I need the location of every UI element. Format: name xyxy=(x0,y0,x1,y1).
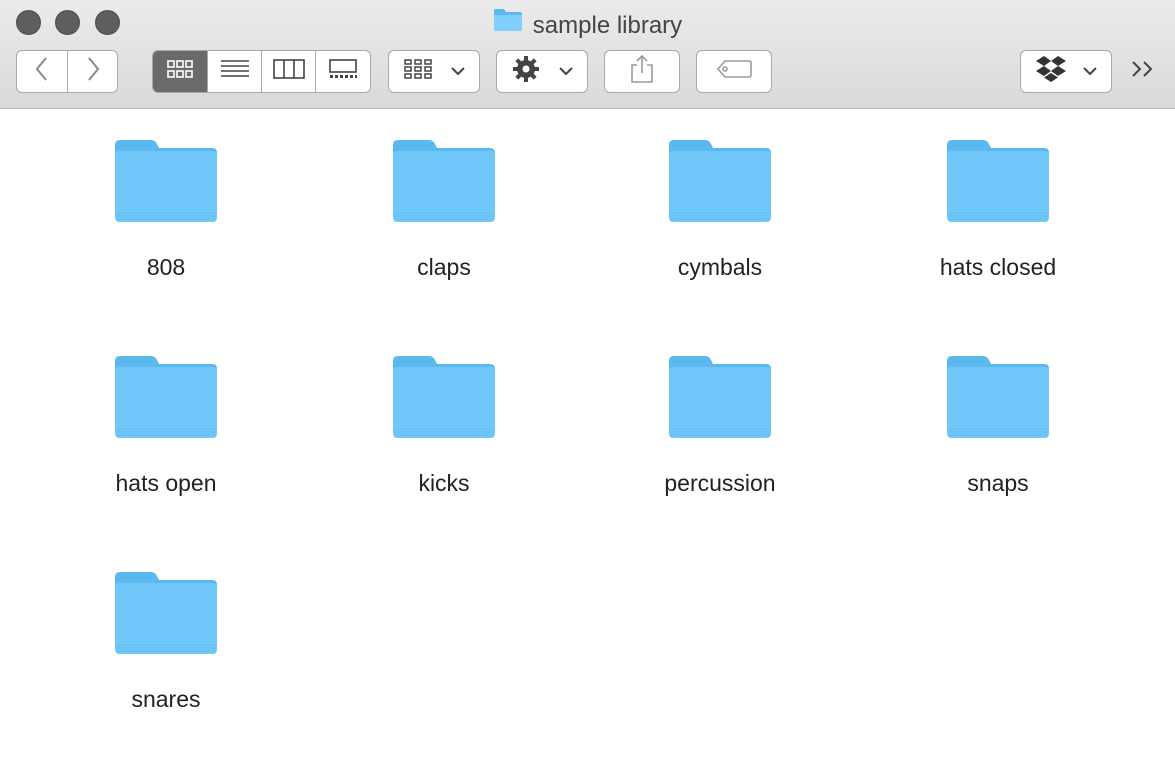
chevron-right-icon xyxy=(85,56,101,87)
dropbox-dropdown[interactable] xyxy=(1020,50,1112,93)
double-chevron-right-icon xyxy=(1130,59,1156,85)
folder-icon xyxy=(493,8,523,43)
chevron-down-icon xyxy=(451,63,465,81)
folder-item[interactable]: claps xyxy=(344,139,544,281)
folder-name[interactable]: claps xyxy=(417,254,471,281)
group-by-dropdown[interactable] xyxy=(388,50,480,93)
gallery-view-button[interactable] xyxy=(315,51,369,92)
folder-name[interactable]: hats open xyxy=(115,470,216,497)
icon-view-button[interactable] xyxy=(153,51,207,92)
window-title: sample library xyxy=(532,11,683,39)
window-title-area: sample library xyxy=(0,8,1175,39)
folder-icon[interactable] xyxy=(667,139,773,228)
folder-name[interactable]: 808 xyxy=(147,254,185,281)
icon-grid-icon xyxy=(166,59,194,84)
icon-grid: 808 claps cymbals hats closed hats open … xyxy=(0,109,1175,774)
folder-name[interactable]: hats closed xyxy=(940,254,1056,281)
folder-item[interactable]: kicks xyxy=(344,355,544,497)
folder-item[interactable]: hats open xyxy=(66,355,266,497)
folder-name[interactable]: cymbals xyxy=(678,254,762,281)
toolbar-overflow-button[interactable] xyxy=(1128,58,1158,86)
scroll-track[interactable] xyxy=(1163,109,1175,774)
columns-icon xyxy=(272,58,305,85)
folder-name[interactable]: percussion xyxy=(664,470,775,497)
folder-name[interactable]: kicks xyxy=(418,470,469,497)
list-lines-icon xyxy=(220,58,250,85)
tag-icon xyxy=(716,59,752,84)
column-view-button[interactable] xyxy=(261,51,315,92)
back-button[interactable] xyxy=(16,50,68,93)
chevron-down-icon xyxy=(1083,63,1097,81)
folder-icon[interactable] xyxy=(391,355,497,444)
folder-item[interactable]: snaps xyxy=(898,355,1098,497)
folder-icon[interactable] xyxy=(391,139,497,228)
dropbox-icon xyxy=(1035,55,1067,88)
folder-item[interactable]: percussion xyxy=(620,355,820,497)
folder-icon[interactable] xyxy=(113,139,219,228)
folder-icon[interactable] xyxy=(945,139,1051,228)
chevron-down-icon xyxy=(559,63,573,81)
folder-icon[interactable] xyxy=(667,355,773,444)
tags-button[interactable] xyxy=(696,50,772,93)
folder-item[interactable]: snares xyxy=(66,571,266,713)
title-bar: sample library xyxy=(0,0,1175,109)
folder-icon[interactable] xyxy=(113,571,219,660)
folder-item[interactable]: 808 xyxy=(66,139,266,281)
share-button[interactable] xyxy=(604,50,680,93)
folder-name[interactable]: snaps xyxy=(967,470,1028,497)
gear-icon xyxy=(511,54,541,89)
action-dropdown[interactable] xyxy=(496,50,588,93)
folder-icon[interactable] xyxy=(945,355,1051,444)
gallery-icon xyxy=(328,58,358,85)
chevron-left-icon xyxy=(34,56,50,87)
folder-item[interactable]: hats closed xyxy=(898,139,1098,281)
forward-button[interactable] xyxy=(67,50,118,93)
folder-icon[interactable] xyxy=(113,355,219,444)
view-mode-control xyxy=(152,50,371,93)
group-grid-icon xyxy=(403,58,433,85)
folder-name[interactable]: snares xyxy=(131,686,200,713)
list-view-button[interactable] xyxy=(207,51,261,92)
share-icon xyxy=(629,54,655,89)
finder-window: sample library 808 claps cymbals hats cl… xyxy=(0,0,1175,774)
folder-item[interactable]: cymbals xyxy=(620,139,820,281)
